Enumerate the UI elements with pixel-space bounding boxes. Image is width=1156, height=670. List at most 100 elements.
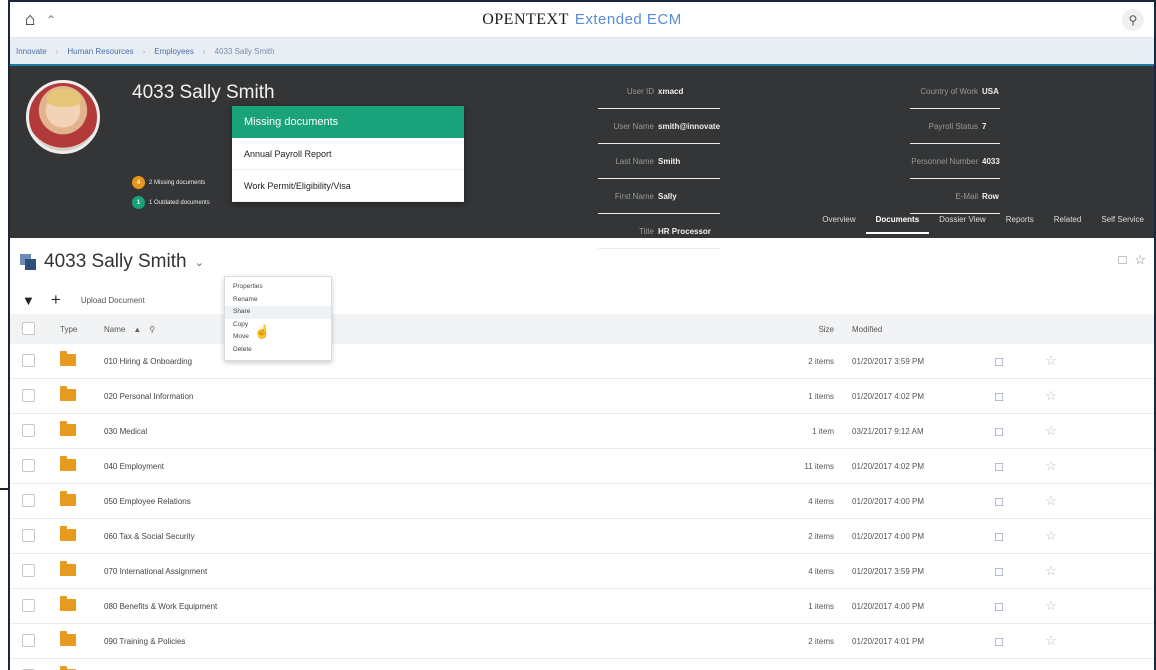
tab-reports[interactable]: Reports (996, 209, 1044, 234)
comment-icon[interactable]: □ (995, 494, 1003, 509)
header-modified[interactable]: Modified (842, 325, 972, 334)
table-row[interactable]: 020 Personal Information 1 items 01/20/201… (10, 379, 1154, 414)
folder-icon (60, 631, 76, 646)
star-icon[interactable]: ☆ (1134, 252, 1146, 268)
home-icon[interactable]: ⌂ (10, 9, 50, 30)
missing-documents-badge[interactable]: 4 2 Missing documents (132, 176, 205, 189)
meta-key: Personnel Number (911, 156, 978, 166)
star-icon[interactable]: ☆ (1045, 353, 1057, 368)
comment-icon[interactable]: □ (995, 564, 1003, 579)
row-name[interactable]: 010 Hiring & Onboarding (98, 357, 752, 366)
breadcrumb-item[interactable]: Innovate (16, 47, 47, 56)
star-icon[interactable]: ☆ (1045, 598, 1057, 613)
menu-item-copy[interactable]: Copy (225, 319, 331, 332)
menu-item-delete[interactable]: Delete (225, 344, 331, 357)
page-title: 4033 Sally Smith (44, 251, 187, 272)
search-icon[interactable]: ⚲ (1122, 9, 1144, 31)
row-name[interactable]: 060 Tax & Social Security (98, 532, 752, 541)
row-checkbox[interactable] (22, 633, 35, 647)
tab-dossier-view[interactable]: Dossier View (929, 209, 996, 234)
comment-icon[interactable]: □ (995, 424, 1003, 439)
menu-item-share[interactable]: Share (225, 306, 331, 319)
row-name[interactable]: 030 Medical (98, 427, 752, 436)
row-checkbox[interactable] (22, 458, 35, 472)
tab-self-service[interactable]: Self Service (1091, 209, 1154, 234)
comment-icon[interactable]: □ (995, 529, 1003, 544)
star-icon[interactable]: ☆ (1045, 423, 1057, 438)
add-icon[interactable]: + (51, 290, 61, 310)
row-checkbox[interactable] (22, 493, 35, 507)
star-icon[interactable]: ☆ (1045, 493, 1057, 508)
filter-icon[interactable]: ▼ (22, 293, 35, 308)
type-cell (54, 421, 98, 438)
tab-related[interactable]: Related (1044, 209, 1092, 234)
type-cell (54, 491, 98, 508)
menu-item-properties[interactable]: Properties (225, 281, 331, 294)
tab-overview[interactable]: Overview (812, 209, 865, 234)
missing-doc-item[interactable]: Annual Payroll Report (232, 138, 464, 170)
row-name[interactable]: 050 Employee Relations (98, 497, 752, 506)
table-row[interactable]: 090 Training & Policies 2 items 01/20/2017… (10, 624, 1154, 659)
header-name[interactable]: Name (104, 325, 125, 334)
table-row[interactable]: 070 International Assignment 4 items 01/20… (10, 554, 1154, 589)
row-checkbox[interactable] (22, 423, 35, 437)
row-size: 2 items (808, 531, 834, 541)
table-row[interactable]: 050 Employee Relations 4 items 01/20/2017 … (10, 484, 1154, 519)
row-name[interactable]: 040 Employment (98, 462, 752, 471)
row-name[interactable]: 080 Benefits & Work Equipment (98, 602, 752, 611)
select-all-checkbox[interactable] (22, 321, 35, 335)
comment-icon[interactable]: □ (995, 389, 1003, 404)
table-row[interactable]: 100 Pension2 items01/20/2017 4:01 PM□☆ (10, 659, 1154, 670)
table-row[interactable]: 080 Benefits & Work Equipment 1 items 01/2… (10, 589, 1154, 624)
table-row[interactable]: 040 Employment 11 items 01/20/2017 4:02 PM… (10, 449, 1154, 484)
table-row[interactable]: 010 Hiring & Onboarding 2 items 01/20/2017… (10, 344, 1154, 379)
outdated-documents-badge[interactable]: 1 1 Outdated documents (132, 196, 210, 209)
table-row[interactable]: 030 Medical 1 item 03/21/2017 9:12 AM □ ☆ (10, 414, 1154, 449)
row-size: 1 items (808, 391, 834, 401)
meta-key: Last Name (615, 156, 654, 166)
row-checkbox[interactable] (22, 563, 35, 577)
breadcrumb-item[interactable]: Employees (154, 47, 194, 56)
menu-item-rename[interactable]: Rename (225, 294, 331, 307)
type-cell (54, 456, 98, 473)
chevron-down-icon[interactable]: ⌄ (195, 256, 204, 269)
row-checkbox[interactable] (22, 353, 35, 367)
breadcrumb-item[interactable]: Human Resources (67, 47, 133, 56)
tab-documents[interactable]: Documents (865, 209, 930, 234)
menu-item-move[interactable]: Move (225, 331, 331, 344)
comment-icon[interactable]: □ (995, 459, 1003, 474)
star-icon[interactable]: ☆ (1045, 458, 1057, 473)
star-icon[interactable]: ☆ (1045, 563, 1057, 578)
table-row[interactable]: 060 Tax & Social Security 2 items 01/20/20… (10, 519, 1154, 554)
meta-key: First Name (614, 191, 654, 201)
star-icon[interactable]: ☆ (1045, 633, 1057, 648)
folder-icon (60, 491, 76, 506)
row-name[interactable]: 020 Personal Information (98, 392, 752, 401)
header-size[interactable]: Size (752, 325, 842, 334)
search-icon[interactable]: ⚲ (149, 325, 155, 334)
upload-document-button[interactable]: Upload Document (81, 296, 145, 305)
star-icon[interactable]: ☆ (1045, 388, 1057, 403)
badge-label: 1 Outdated documents (149, 199, 210, 206)
popup-title: Missing documents (232, 106, 464, 138)
favorite-cell: ☆ (1026, 423, 1076, 439)
comment-icon[interactable]: □ (995, 599, 1003, 614)
row-name[interactable]: 070 International Assignment (98, 567, 752, 576)
row-select-cell (10, 388, 54, 404)
row-checkbox[interactable] (22, 528, 35, 542)
row-checkbox[interactable] (22, 388, 35, 402)
favorite-cell: ☆ (1026, 528, 1076, 544)
avatar (26, 80, 100, 154)
sort-icon[interactable]: ▲ (133, 325, 141, 334)
row-checkbox[interactable] (22, 598, 35, 612)
comment-icon[interactable]: □ (995, 634, 1003, 649)
header-type[interactable]: Type (54, 325, 98, 334)
star-icon[interactable]: ☆ (1045, 528, 1057, 543)
comment-cell: □ (972, 459, 1026, 474)
row-name[interactable]: 090 Training & Policies (98, 637, 752, 646)
hand-cursor-icon: ☝ (254, 324, 271, 339)
comment-icon[interactable]: □ (1118, 252, 1126, 268)
chevron-up-icon[interactable]: ⌃ (46, 13, 56, 27)
missing-doc-item[interactable]: Work Permit/Eligibility/Visa (232, 170, 464, 202)
comment-icon[interactable]: □ (995, 354, 1003, 369)
